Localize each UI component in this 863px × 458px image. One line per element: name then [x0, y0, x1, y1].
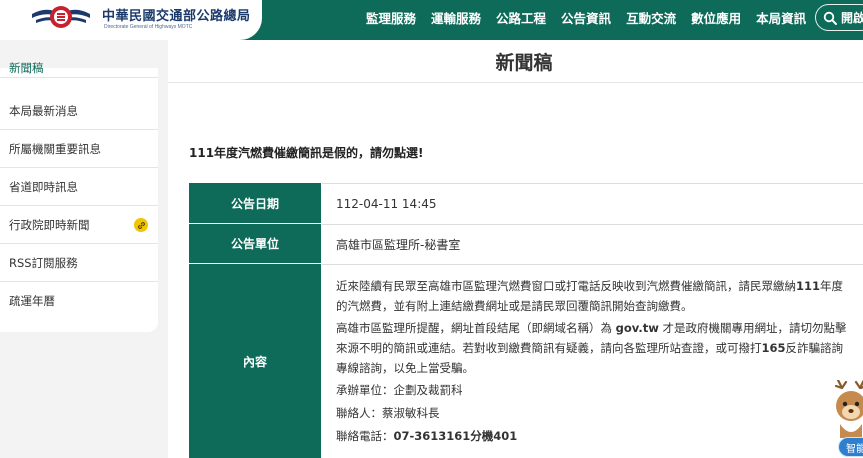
date-value-cell: 112-04-11 14:45	[322, 183, 863, 223]
contact-unit: 承辦單位：企劃及裁罰科	[336, 383, 463, 397]
content-value-cell: 近來陸續有民眾至高雄市區監理汽燃費窗口或打電話反映收到汽燃費催繳簡訊，請民眾繳納…	[322, 264, 863, 458]
nav-item-interaction[interactable]: 互動交流	[626, 8, 676, 27]
chat-assistant-button[interactable]: 智能	[838, 437, 863, 457]
search-label: 開啟	[841, 11, 863, 25]
site-header: 中華民國交通部公路總局 Directorate General of Highw…	[0, 0, 863, 40]
sidebar-item-rss[interactable]: RSS訂閱服務	[0, 244, 158, 282]
paragraph-text: 高雄市區監理所提醒，網址首段結尾（即網域名稱）為	[336, 321, 616, 335]
sidebar-item-label: 所屬機關重要訊息	[9, 141, 101, 156]
nav-item-engineering[interactable]: 公路工程	[496, 8, 546, 27]
sidebar-background: 新聞稿 本局最新消息 所屬機關重要訊息 省道即時訊息 行政院即時新聞 RSS訂閱…	[0, 40, 168, 458]
news-headline: 111年度汽燃費催繳簡訊是假的，請勿點選!	[189, 146, 424, 160]
contact-phone-number: 07-3613161分機401	[393, 429, 518, 443]
logo[interactable]: 中華民國交通部公路總局 Directorate General of Highw…	[0, 0, 262, 40]
sidebar-item-label: RSS訂閱服務	[9, 255, 78, 270]
content-paragraph-2: 高雄市區監理所提醒，網址首段結尾（即網域名稱）為 gov.tw 才是政府機關專用…	[336, 318, 854, 378]
sidebar-item-executive-news[interactable]: 行政院即時新聞	[0, 206, 158, 244]
unit-value-cell: 高雄市區監理所-秘書室	[322, 224, 863, 263]
contact-phone: 聯絡電話：07-3613161分機401	[336, 426, 863, 446]
unit-label: 公告單位	[230, 237, 279, 251]
logo-emblem-icon	[32, 6, 90, 28]
sidebar-item-label: 省道即時訊息	[9, 179, 78, 194]
search-button[interactable]: 開啟	[815, 4, 863, 31]
sidebar-menu: 新聞稿 本局最新消息 所屬機關重要訊息 省道即時訊息 行政院即時新聞 RSS訂閱…	[0, 61, 158, 332]
unit-label-cell: 公告單位	[189, 224, 321, 263]
paragraph-text: 近來陸續有民眾至高雄市區監理汽燃費窗口或打電話反映收到汽燃費催繳簡訊，請民眾繳納	[336, 279, 796, 293]
sidebar-item-calendar[interactable]: 疏運年曆	[0, 282, 158, 320]
nav-item-announcements[interactable]: 公告資訊	[561, 8, 611, 27]
nav-item-about[interactable]: 本局資訊	[756, 8, 806, 27]
sidebar-item-label: 疏運年曆	[9, 294, 55, 308]
sidebar-item-label: 本局最新消息	[9, 103, 78, 118]
content-label-cell: 內容	[189, 264, 321, 458]
page-title: 新聞稿	[495, 52, 553, 74]
sidebar-item-affiliates[interactable]: 所屬機關重要訊息	[0, 130, 158, 168]
divider	[168, 82, 863, 83]
sidebar-item-label: 行政院即時新聞	[9, 217, 90, 232]
logo-title: 中華民國交通部公路總局	[102, 9, 251, 24]
date-label-cell: 公告日期	[189, 183, 321, 223]
paragraph-bold: 111	[796, 279, 821, 293]
nav-item-supervision[interactable]: 監理服務	[366, 8, 416, 27]
chat-label: 智能	[846, 443, 863, 455]
main-nav: 監理服務 運輸服務 公路工程 公告資訊 互動交流 數位應用 本局資訊	[366, 0, 821, 35]
sidebar-item-highway-info[interactable]: 省道即時訊息	[0, 168, 158, 206]
external-link-icon	[134, 218, 148, 232]
logo-subtitle: Directorate General of Highways MOTC	[104, 24, 193, 30]
unit-value: 高雄市區監理所-秘書室	[336, 237, 461, 252]
sidebar-item-latest-news[interactable]: 本局最新消息	[0, 92, 158, 130]
contact-phone-label: 聯絡電話：	[336, 429, 394, 443]
date-label: 公告日期	[230, 196, 279, 211]
sidebar-item-label: 新聞稿	[9, 60, 44, 75]
contact-person: 聯絡人：蔡淑敏科長	[336, 406, 440, 420]
paragraph-bold: 165	[761, 341, 786, 355]
sidebar-item-press-release[interactable]: 新聞稿	[0, 40, 158, 78]
content-label: 內容	[242, 354, 267, 369]
date-value: 112-04-11 14:45	[336, 196, 437, 211]
paragraph-bold: gov.tw	[615, 321, 659, 335]
nav-item-digital[interactable]: 數位應用	[691, 8, 741, 27]
search-icon	[823, 11, 837, 25]
content-paragraph-1: 近來陸續有民眾至高雄市區監理汽燃費窗口或打電話反映收到汽燃費催繳簡訊，請民眾繳納…	[336, 276, 854, 316]
nav-item-transport[interactable]: 運輸服務	[431, 8, 481, 27]
